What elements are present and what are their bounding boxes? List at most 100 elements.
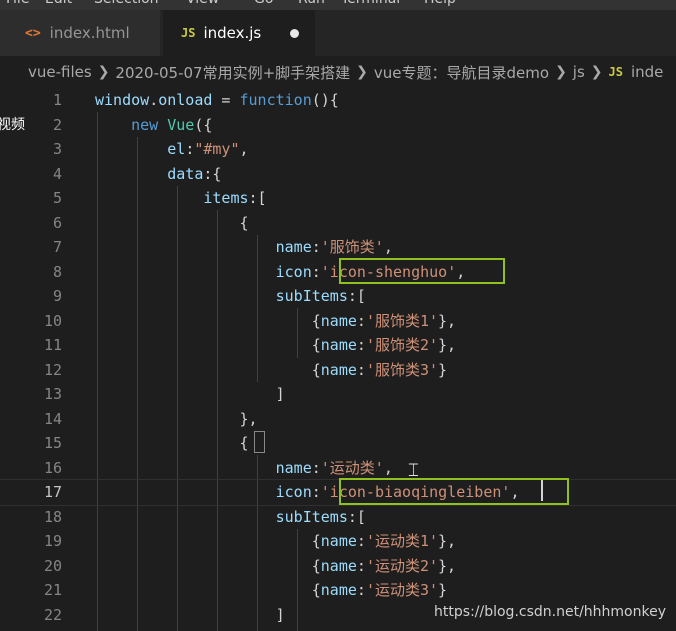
breadcrumb-file[interactable]: inde bbox=[631, 63, 663, 81]
code-text: {name:'服饰类1'}, bbox=[95, 309, 456, 334]
code-token: items bbox=[203, 189, 249, 207]
menu-item[interactable]: View bbox=[186, 0, 219, 7]
line-number: 21 bbox=[43, 581, 62, 599]
line-number: 7 bbox=[52, 238, 62, 256]
menu-item[interactable]: Run bbox=[298, 0, 325, 7]
code-token: , bbox=[239, 140, 249, 158]
code-token: '服饰类' bbox=[320, 238, 384, 256]
code-token: : bbox=[311, 458, 321, 477]
code-line[interactable]: 9 subItems:[ bbox=[0, 284, 676, 309]
code-token: { bbox=[95, 532, 321, 550]
code-text: window.onload = function(){ bbox=[95, 88, 339, 113]
code-token: '运动类' bbox=[320, 458, 384, 477]
code-token: : bbox=[311, 483, 321, 501]
code-token: ] bbox=[95, 385, 285, 403]
code-text: name:'服饰类', bbox=[95, 235, 393, 260]
unsaved-dot-icon[interactable] bbox=[290, 29, 299, 38]
code-editor[interactable]: 1 window.onload = function(){2 new Vue({3… bbox=[0, 88, 676, 631]
code-token: :[ bbox=[248, 189, 267, 207]
code-line[interactable]: 6 { bbox=[0, 211, 676, 236]
code-line[interactable]: 17 icon:'icon-biaoqingleiben', bbox=[0, 479, 676, 506]
breadcrumb: vue-files ❯ 2020-05-07常用实例+脚手架搭建 ❯ vue专题… bbox=[0, 56, 676, 88]
code-text: ] bbox=[95, 603, 285, 628]
menu-item[interactable]: Help bbox=[424, 0, 456, 7]
code-token: }, bbox=[438, 532, 457, 550]
menu-item[interactable]: Selection bbox=[94, 0, 159, 7]
code-token: }, bbox=[438, 556, 457, 575]
code-line[interactable]: 5 items:[ bbox=[0, 186, 676, 211]
text-cursor bbox=[541, 480, 543, 501]
code-line[interactable]: 13 ] bbox=[0, 382, 676, 407]
code-line[interactable]: 12 {name:'服饰类3'} bbox=[0, 358, 676, 383]
code-token: name bbox=[320, 556, 357, 575]
code-token: "#my" bbox=[194, 140, 240, 158]
code-token: { bbox=[95, 556, 321, 575]
breadcrumb-item[interactable]: 2020-05-07常用实例+脚手架搭建 bbox=[115, 62, 350, 83]
menu-item[interactable]: File bbox=[6, 0, 29, 7]
code-token: function bbox=[239, 91, 312, 109]
code-line[interactable]: 21 {name:'运动类3'} bbox=[0, 578, 676, 603]
code-token: { bbox=[95, 336, 321, 354]
code-line[interactable]: 8 icon:'icon-shenghuo', bbox=[0, 260, 676, 285]
code-token: : bbox=[311, 238, 321, 256]
line-number: 22 bbox=[43, 605, 62, 624]
code-token: : bbox=[185, 140, 195, 158]
code-token: (){ bbox=[311, 91, 339, 109]
code-token: Vue bbox=[167, 115, 195, 134]
code-token: icon bbox=[275, 483, 312, 501]
code-line[interactable]: 10 {name:'服饰类1'}, bbox=[0, 309, 676, 334]
line-number: 8 bbox=[52, 262, 62, 281]
code-text: {name:'运动类3'} bbox=[95, 578, 447, 603]
code-line[interactable]: 19 {name:'运动类1'}, bbox=[0, 529, 676, 554]
code-text: {name:'服饰类2'}, bbox=[95, 333, 456, 358]
tab-index-html[interactable]: <> index.html bbox=[0, 10, 160, 56]
code-line[interactable]: 14 }, bbox=[0, 407, 676, 432]
line-number: 3 bbox=[52, 140, 62, 158]
breadcrumb-item[interactable]: vue-files bbox=[28, 63, 92, 81]
code-text: {name:'服饰类3'} bbox=[95, 358, 447, 383]
line-number: 19 bbox=[43, 532, 62, 550]
code-text: items:[ bbox=[95, 186, 267, 211]
tab-index-js[interactable]: JS index.js bbox=[163, 10, 315, 56]
menu-item[interactable]: Terminal bbox=[341, 0, 400, 7]
line-number: 13 bbox=[43, 385, 62, 403]
code-token: name bbox=[275, 238, 312, 256]
code-token: :[ bbox=[347, 507, 366, 526]
code-line[interactable]: 18 subItems:[ bbox=[0, 505, 676, 530]
line-number: 9 bbox=[52, 287, 62, 305]
side-overlay-text: 视频 bbox=[0, 114, 25, 134]
code-token: : bbox=[356, 581, 366, 599]
code-text: {name:'运动类1'}, bbox=[95, 529, 456, 554]
code-line[interactable]: 2 new Vue({ bbox=[0, 113, 676, 138]
code-line[interactable]: 15 { bbox=[0, 431, 676, 456]
code-token: '服饰类1' bbox=[365, 311, 439, 330]
editor-window: File Edit Selection View Go Run Terminal Help <… bbox=[0, 0, 676, 631]
breadcrumb-item[interactable]: vue专题：导航目录demo bbox=[374, 62, 549, 83]
menu-item[interactable]: Go bbox=[254, 0, 273, 7]
code-token: : bbox=[356, 532, 366, 550]
code-token: '运动类1' bbox=[365, 532, 439, 550]
html-file-icon: <> bbox=[25, 25, 41, 41]
code-token: :[ bbox=[347, 287, 366, 305]
code-line[interactable]: 3 el:"#my", bbox=[0, 137, 676, 162]
code-line[interactable]: 11 {name:'服饰类2'}, bbox=[0, 333, 676, 358]
breadcrumb-item[interactable]: js bbox=[573, 63, 585, 81]
code-line[interactable]: 20 {name:'运动类2'}, bbox=[0, 554, 676, 579]
highlight-box-icon-biaoqingleiben bbox=[339, 478, 569, 505]
code-token: , bbox=[383, 458, 393, 477]
code-token: '运动类2' bbox=[365, 556, 439, 575]
code-text: }, bbox=[95, 407, 257, 432]
bracket-match-highlight bbox=[254, 431, 265, 453]
code-token: name bbox=[320, 360, 357, 379]
code-line[interactable]: 1 window.onload = function(){ bbox=[0, 88, 676, 113]
code-token: onload bbox=[158, 91, 213, 109]
code-token: : bbox=[356, 556, 366, 575]
code-line[interactable]: 4 data:{ bbox=[0, 162, 676, 187]
code-line[interactable]: 16 name:'运动类', bbox=[0, 456, 676, 481]
code-token: name bbox=[320, 311, 357, 330]
menu-item[interactable]: Edit bbox=[45, 0, 72, 7]
chevron-right-icon: ❯ bbox=[97, 64, 110, 80]
code-line[interactable]: 7 name:'服饰类', bbox=[0, 235, 676, 260]
